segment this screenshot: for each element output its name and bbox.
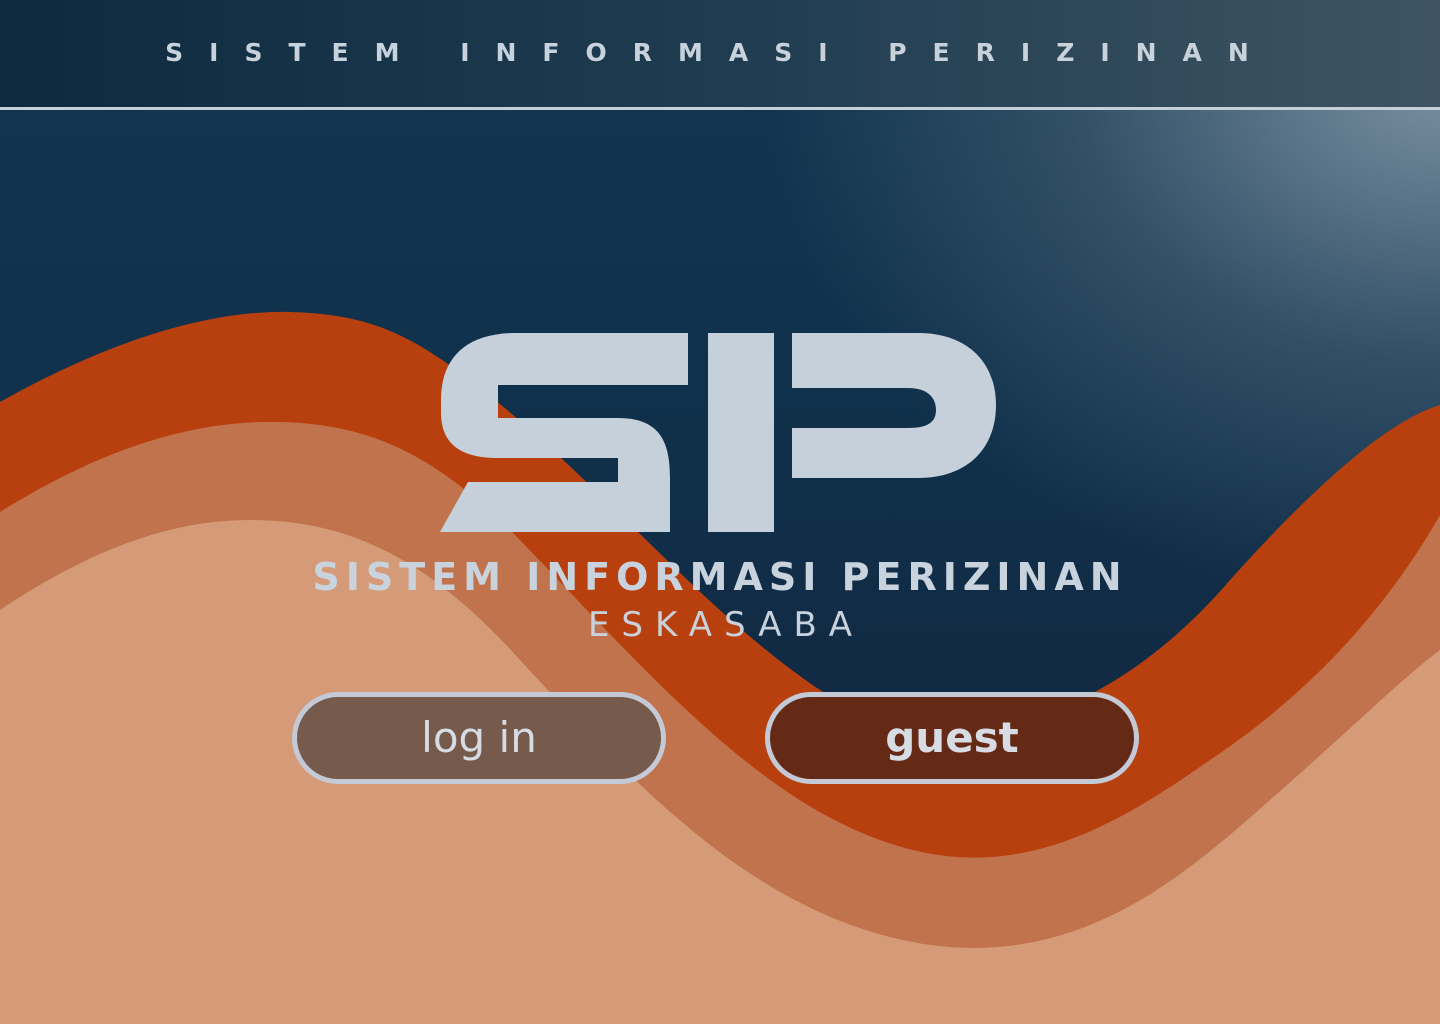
logo-letter-s (440, 333, 688, 532)
app-title: SISTEM INFORMASI PERIZINAN (312, 555, 1128, 599)
logo-letter-i (708, 333, 774, 532)
header-bar: SISTEM INFORMASI PERIZINAN (0, 0, 1440, 110)
header-title: SISTEM INFORMASI PERIZINAN (165, 38, 1275, 67)
sip-logo (440, 333, 996, 532)
logo-letter-p (792, 333, 996, 478)
guest-button[interactable]: guest (765, 692, 1139, 784)
app-subtitle: ESKASABA (587, 605, 865, 645)
login-button[interactable]: log in (292, 692, 666, 784)
